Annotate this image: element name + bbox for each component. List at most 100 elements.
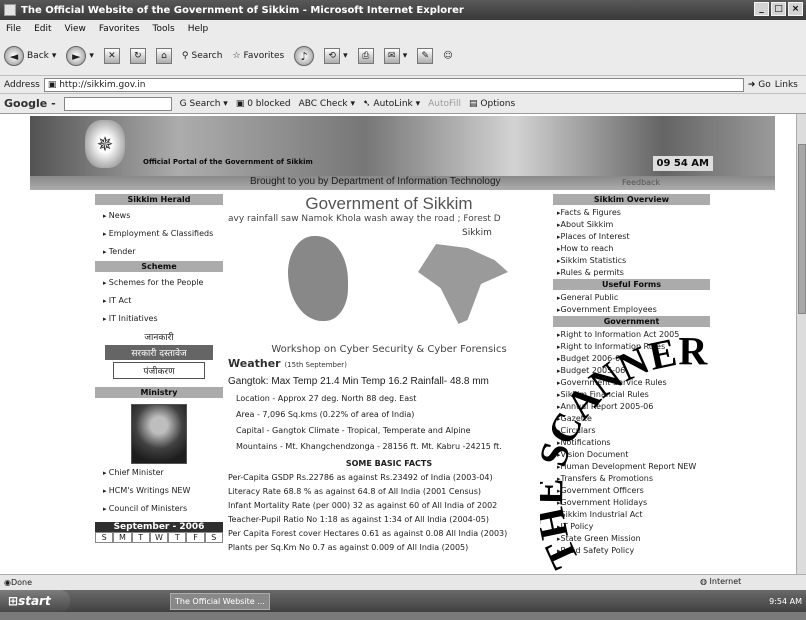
ministry-chief-minister[interactable]: Chief Minister xyxy=(95,464,223,482)
close-button[interactable]: × xyxy=(788,2,803,16)
sikkim-emblem-icon: ✵ xyxy=(85,120,125,168)
media-button[interactable]: ♪ xyxy=(294,46,315,66)
gov-item[interactable]: Budget 2006-07 xyxy=(553,353,710,365)
autolink-button[interactable]: ➷ AutoLink ▾ xyxy=(363,99,420,109)
forward-button[interactable]: ► ▾ xyxy=(66,46,94,66)
gov-item[interactable]: Government Officers xyxy=(553,485,710,497)
gov-item[interactable]: Right to Information Act 2005 xyxy=(553,329,710,341)
map-label: Sikkim xyxy=(462,228,492,238)
window-controls: _ □ × xyxy=(754,2,803,16)
menu-favorites[interactable]: Favorites xyxy=(99,24,140,34)
workshop-link[interactable]: Workshop on Cyber Security & Cyber Foren… xyxy=(228,344,550,355)
history-button[interactable]: ⟲ ▾ xyxy=(324,48,348,64)
address-label: Address xyxy=(4,79,40,90)
overview-item[interactable]: Places of Interest xyxy=(553,231,710,243)
search-button[interactable]: ⚲ Search xyxy=(182,51,223,61)
menu-view[interactable]: View xyxy=(65,24,86,34)
hindi-documents-link[interactable]: सरकारी दस्तावेज xyxy=(105,345,213,360)
edit-button[interactable]: ✎ xyxy=(417,48,434,64)
fact-item: Literacy Rate 68.8 % as against 64.8 of … xyxy=(228,487,482,496)
gov-item[interactable]: Sikkim Industrial Act xyxy=(553,509,710,521)
mail-button[interactable]: ✉ ▾ xyxy=(383,48,407,64)
minimize-button[interactable]: _ xyxy=(754,2,769,16)
popup-blocker[interactable]: ▣ 0 blocked xyxy=(236,99,291,109)
menu-bar: File Edit View Favorites Tools Help xyxy=(0,20,806,37)
ministry-writings[interactable]: HCM's Writings NEW xyxy=(95,482,223,500)
links-button[interactable]: Links xyxy=(775,80,798,90)
overview-item[interactable]: Rules & permits xyxy=(553,267,710,279)
menu-tools[interactable]: Tools xyxy=(153,24,175,34)
herald-news[interactable]: News xyxy=(95,207,223,225)
feedback-link[interactable]: Feedback xyxy=(622,178,660,187)
overview-item[interactable]: How to reach xyxy=(553,243,710,255)
chief-minister-photo[interactable] xyxy=(131,404,187,464)
gov-item[interactable]: Transfers & Promotions xyxy=(553,473,710,485)
news-ticker[interactable]: avy rainfall saw Namok Khola wash away t… xyxy=(228,214,550,226)
overview-item[interactable]: About Sikkim xyxy=(553,219,710,231)
menu-help[interactable]: Help xyxy=(188,24,209,34)
gov-item[interactable]: Vision Document xyxy=(553,449,710,461)
back-button[interactable]: ◄ Back ▾ xyxy=(4,46,56,66)
ministry-council[interactable]: Council of Ministers xyxy=(95,500,223,518)
menu-edit[interactable]: Edit xyxy=(34,24,51,34)
gov-item[interactable]: Right to Information Rules xyxy=(553,341,710,353)
google-logo[interactable]: Google - xyxy=(4,97,56,110)
gov-item[interactable]: Sikkim Financial Rules xyxy=(553,389,710,401)
start-button[interactable]: ⊞ start xyxy=(0,590,70,612)
windows-taskbar: ⊞ start The Official Website ... 9:54 AM xyxy=(0,590,806,612)
hindi-links: जानकारी सरकारी दस्तावेज पंजीकरण xyxy=(105,330,213,379)
calendar-weekdays: S M T W T F S xyxy=(95,532,223,543)
messenger-button[interactable]: ☺ xyxy=(443,51,452,61)
gov-item[interactable]: Road Safety Policy xyxy=(553,545,710,557)
weekday: T xyxy=(131,532,150,543)
page-icon: ▣ xyxy=(47,79,60,90)
gov-item[interactable]: Government Holidays xyxy=(553,497,710,509)
overview-item[interactable]: Facts & Figures xyxy=(553,207,710,219)
info-mountains: Mountains - Mt. Khangchendzonga - 28156 … xyxy=(236,442,502,451)
hindi-registration-link[interactable]: पंजीकरण xyxy=(113,362,205,379)
forms-item[interactable]: Government Employees xyxy=(553,304,710,316)
center-column: Government of Sikkim avy rainfall saw Na… xyxy=(228,194,550,552)
gov-item[interactable]: Notifications xyxy=(553,437,710,449)
forms-item[interactable]: General Public xyxy=(553,292,710,304)
scheme-it-act[interactable]: IT Act xyxy=(95,292,223,310)
favorites-button[interactable]: ☆ Favorites xyxy=(232,51,284,61)
vertical-scrollbar[interactable] xyxy=(796,114,806,574)
gov-item[interactable]: Annual Report 2005-06 xyxy=(553,401,710,413)
taskbar-ie-window[interactable]: The Official Website ... xyxy=(170,592,270,610)
gov-item[interactable]: Gazette xyxy=(553,413,710,425)
sikkim-map[interactable] xyxy=(288,236,348,321)
google-search-input[interactable] xyxy=(63,96,172,111)
hindi-info-link[interactable]: जानकारी xyxy=(105,330,213,343)
gov-item[interactable]: Budget 2005-06 xyxy=(553,365,710,377)
scrollbar-thumb[interactable] xyxy=(798,144,806,314)
gov-item[interactable]: Human Development Report NEW xyxy=(553,461,710,473)
gov-item[interactable]: IT Policy xyxy=(553,521,710,533)
go-button[interactable]: ➜ Go xyxy=(748,80,771,90)
address-input[interactable]: ▣ http://sikkim.gov.in xyxy=(43,77,744,92)
maximize-button[interactable]: □ xyxy=(771,2,786,16)
herald-tender[interactable]: Tender xyxy=(95,243,223,261)
autofill-button[interactable]: AutoFill xyxy=(428,99,461,109)
brought-by-text: Brought to you by Department of Informat… xyxy=(250,176,501,187)
gov-item[interactable]: Circulars xyxy=(553,425,710,437)
scheme-people[interactable]: Schemes for the People xyxy=(95,274,223,292)
spell-check-button[interactable]: ABC Check ▾ xyxy=(299,99,355,109)
options-button[interactable]: ▤ Options xyxy=(469,99,515,109)
fact-item: Per-Capita GSDP Rs.22786 as against Rs.2… xyxy=(228,473,493,482)
page-status-icon: ◉ xyxy=(4,578,11,587)
scheme-it-initiatives[interactable]: IT Initiatives xyxy=(95,310,223,328)
gov-item[interactable]: State Green Mission xyxy=(553,533,710,545)
stop-button[interactable]: ✕ xyxy=(103,48,120,64)
home-button[interactable]: ⌂ xyxy=(155,48,172,64)
refresh-button[interactable]: ↻ xyxy=(129,48,146,64)
site-banner: ✵ Official Portal of the Government of S… xyxy=(30,116,775,176)
gov-item[interactable]: Government Service Rules xyxy=(553,377,710,389)
herald-employment[interactable]: Employment & Classifieds xyxy=(95,225,223,243)
india-map[interactable] xyxy=(418,244,508,324)
right-column: Sikkim Overview Facts & Figures About Si… xyxy=(553,194,710,557)
overview-item[interactable]: Sikkim Statistics xyxy=(553,255,710,267)
google-search-button[interactable]: G Search ▾ xyxy=(180,99,228,109)
print-button[interactable]: ⎙ xyxy=(357,48,374,64)
menu-file[interactable]: File xyxy=(6,24,21,34)
